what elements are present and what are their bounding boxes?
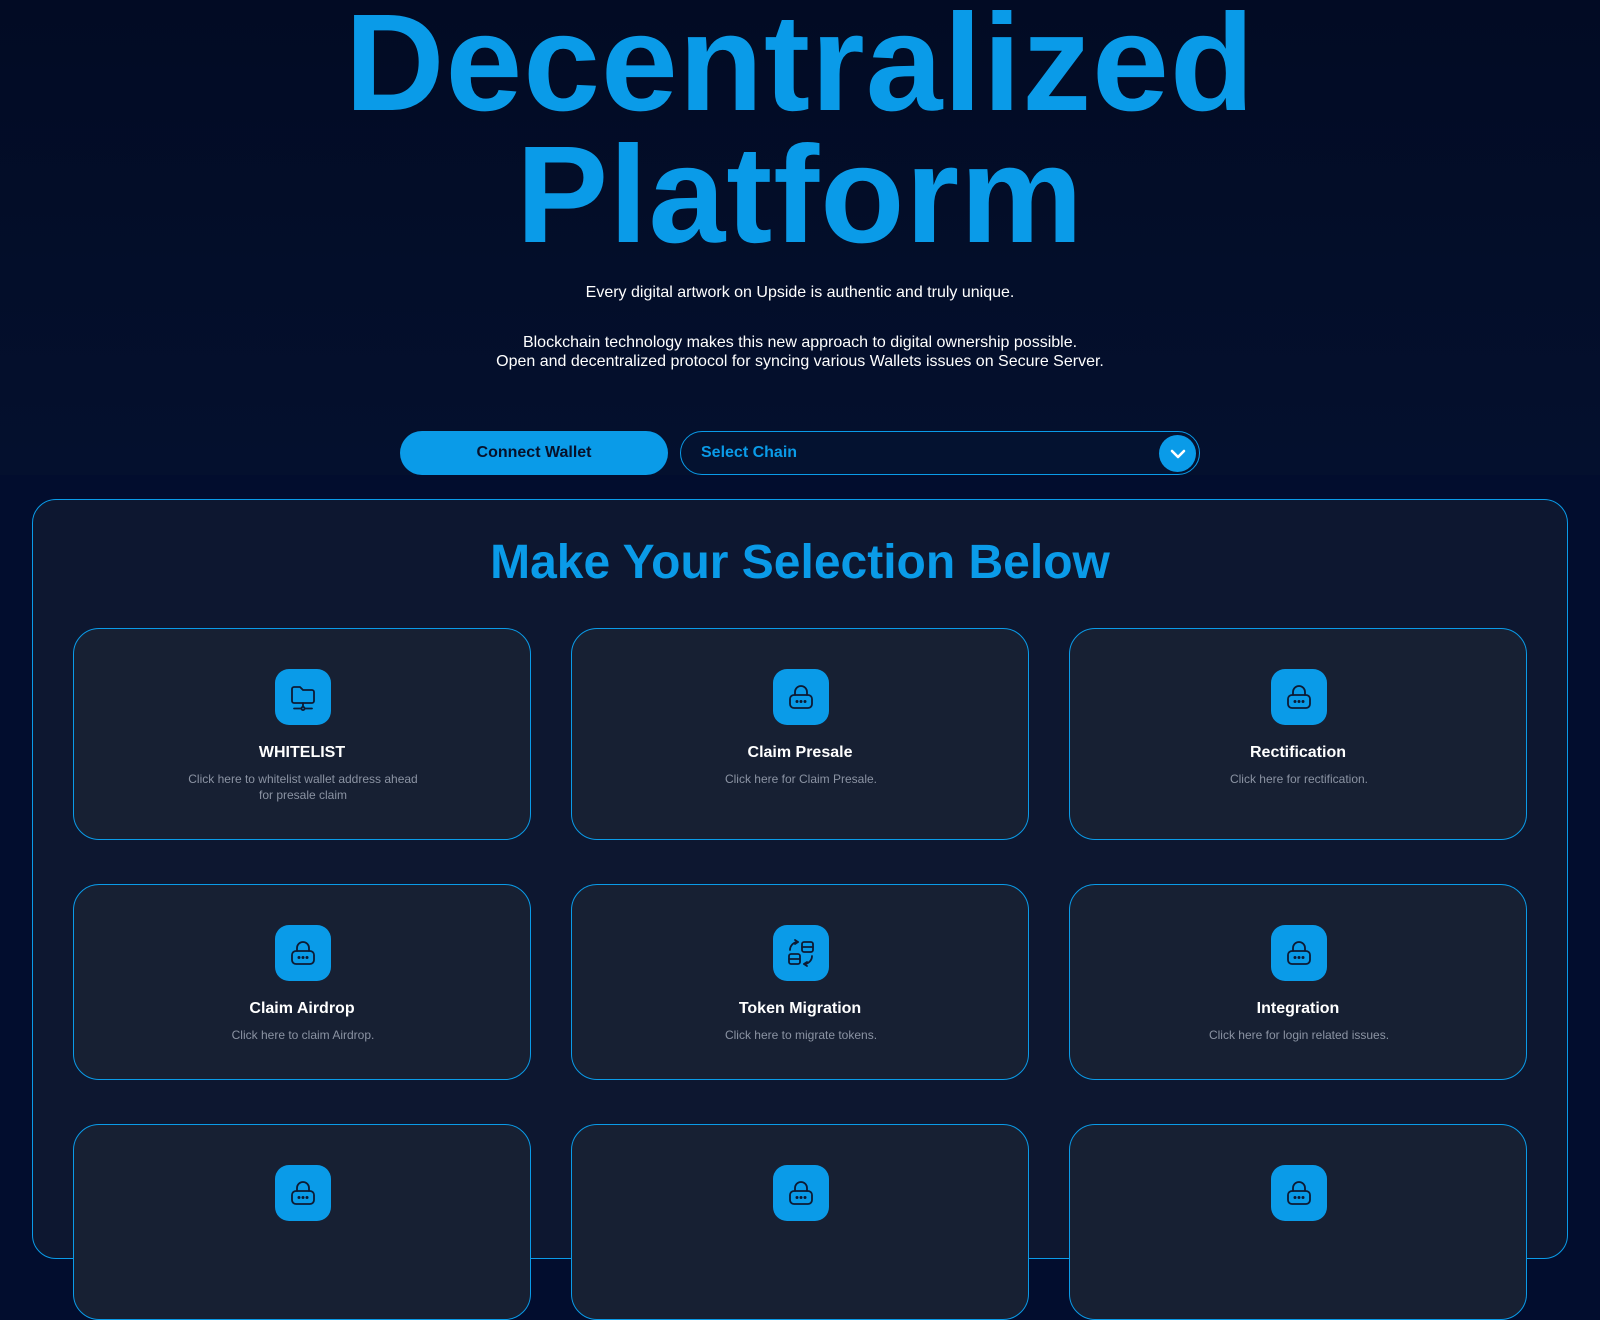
card-claim-airdrop[interactable]: Claim Airdrop Click here to claim Airdro… [73,884,531,1080]
card-title: Claim Presale [747,744,853,761]
hero-description-line1: Blockchain technology makes this new app… [522,334,1078,351]
connect-wallet-button[interactable]: Connect Wallet [400,431,668,475]
card-title: Integration [1256,1000,1340,1017]
card-claim-presale[interactable]: Claim Presale Click here for Claim Presa… [571,628,1029,840]
card-integration[interactable]: Integration Click here for login related… [1069,884,1527,1080]
lock-icon [773,1165,829,1221]
card-title: WHITELIST [258,744,346,761]
card-description: Click here to migrate tokens. [724,1028,878,1042]
folder-network-icon [275,669,331,725]
migrate-icon [773,925,829,981]
lock-icon [773,669,829,725]
lock-icon [1271,669,1327,725]
panel-title: Make Your Selection Below [490,536,1110,589]
selection-panel: Make Your Selection Below WHITELIST Clic… [32,499,1568,1320]
card-description: Click here for login related issues. [1208,1028,1390,1042]
lock-icon [1271,1165,1327,1221]
select-chain-dropdown[interactable]: Select Chain [680,431,1200,475]
lock-icon [275,1165,331,1221]
card-item[interactable] [1069,1124,1527,1320]
hero-section: Decentralized Platform Every digital art… [0,0,1600,475]
chevron-down-icon[interactable] [1159,435,1196,472]
card-whitelist[interactable]: WHITELIST Click here to whitelist wallet… [73,628,531,840]
card-description: Click here to whitelist wallet address a… [188,772,418,802]
hero-tagline: Every digital artwork on Upside is authe… [585,284,1015,301]
lock-icon [1271,925,1327,981]
card-description: Click here for rectification. [1229,772,1369,786]
hero-title-line1: Decentralized [344,0,1256,140]
card-description: Click here to claim Airdrop. [231,1028,375,1042]
lock-icon [275,925,331,981]
card-rectification[interactable]: Rectification Click here for rectificati… [1069,628,1527,840]
card-title: Token Migration [738,1000,862,1017]
card-item[interactable] [73,1124,531,1320]
hero-title-line2: Platform [516,118,1084,272]
card-description: Click here for Claim Presale. [724,772,878,786]
select-chain-label: Select Chain [701,444,798,461]
card-title: Rectification [1249,744,1346,761]
card-token-migration[interactable]: Token Migration Click here to migrate to… [571,884,1029,1080]
hero-description-line2: Open and decentralized protocol for sync… [496,353,1104,370]
card-title: Claim Airdrop [249,1000,355,1017]
card-item[interactable] [571,1124,1029,1320]
